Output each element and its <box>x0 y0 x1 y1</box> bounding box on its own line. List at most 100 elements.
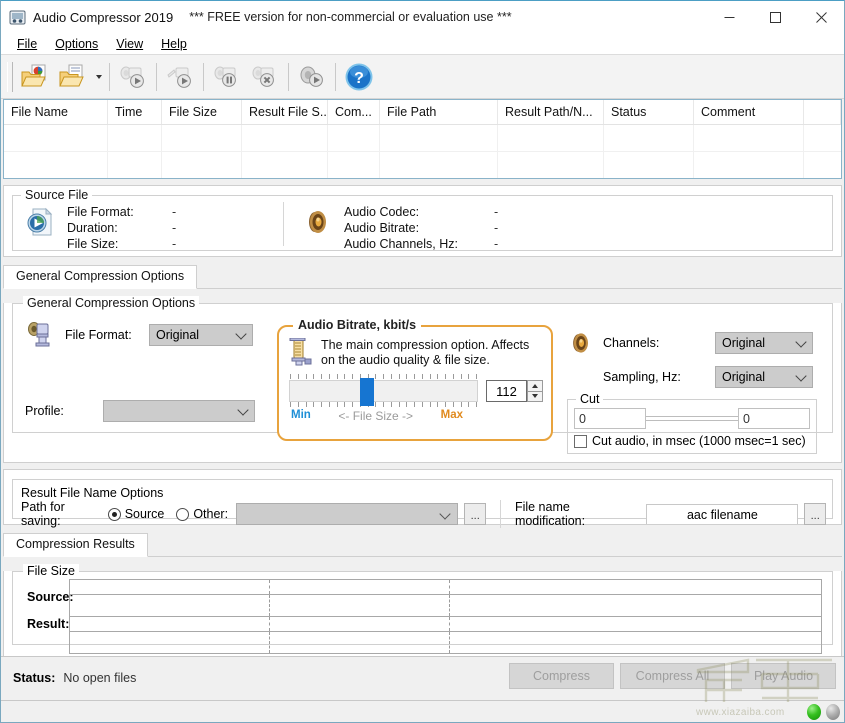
caret-down-icon <box>532 394 538 399</box>
compression-results-panel: File Size Source: Result: <box>3 564 842 666</box>
compress-all-button[interactable]: Compress All <box>620 663 725 689</box>
sampling-value: Original <box>722 370 766 384</box>
bitrate-legend: Min <- File Size -> Max <box>279 408 551 423</box>
channels-value: Original <box>722 336 766 350</box>
open-folder-icon[interactable] <box>55 58 93 96</box>
file-list-row-divider <box>4 151 841 152</box>
cut-start-input[interactable]: 0 <box>574 408 646 429</box>
sampling-combo[interactable]: Original <box>715 366 813 388</box>
spacer-icon <box>567 363 595 391</box>
column-header-file-size[interactable]: File Size <box>162 100 242 124</box>
status-bottom-strip <box>1 700 844 722</box>
toolbar-separator <box>335 62 336 91</box>
bitrate-spinner[interactable]: 112 <box>486 380 543 402</box>
compressor-icon <box>25 320 55 350</box>
column-header-result-path[interactable]: Result Path/N... <box>498 100 604 124</box>
bitrate-spin-down-button[interactable] <box>527 390 543 402</box>
path-source-label: Source <box>124 507 165 521</box>
path-other-radio[interactable] <box>176 507 190 521</box>
cut-group-title: Cut <box>576 392 604 406</box>
pause-icon[interactable] <box>208 58 246 96</box>
column-header-filler <box>804 100 841 124</box>
bitrate-slider-thumb[interactable] <box>360 378 374 406</box>
channels-combo[interactable]: Original <box>715 332 813 354</box>
cut-end-input[interactable]: 0 <box>738 408 810 429</box>
file-format-combo[interactable]: Original <box>149 324 253 346</box>
file-name-modification-field[interactable]: aac filename <box>646 504 799 524</box>
status-indicators <box>807 704 840 720</box>
path-other-radio-row[interactable]: Other: <box>176 507 228 521</box>
menu-file[interactable]: File <box>9 35 45 53</box>
column-header-time[interactable]: Time <box>108 100 162 124</box>
cut-audio-checkbox[interactable] <box>574 434 587 448</box>
column-header-file-path[interactable]: File Path <box>380 100 498 124</box>
source-file-format-label: File Format: <box>67 205 134 219</box>
tab-compression-results[interactable]: Compression Results <box>3 533 148 557</box>
open-folder-dropdown[interactable] <box>93 58 105 96</box>
other-path-combo[interactable] <box>236 503 459 525</box>
cut-audio-checkbox-row[interactable]: Cut audio, in msec (1000 msec=1 sec) <box>574 434 810 448</box>
audio-channels-label: Audio Channels, Hz: <box>344 237 458 251</box>
menu-view[interactable]: View <box>108 35 151 53</box>
compress-all-icon[interactable] <box>161 58 199 96</box>
status-label: Status: <box>13 671 56 685</box>
options-tabstrip: General Compression Options <box>3 265 842 289</box>
bitrate-slider-track[interactable] <box>289 378 478 406</box>
menu-help[interactable]: Help <box>153 35 195 53</box>
column-header-status[interactable]: Status <box>604 100 694 124</box>
play-audio-icon[interactable] <box>293 58 331 96</box>
channels-label: Channels: <box>603 336 660 350</box>
column-header-file-name[interactable]: File Name <box>4 100 108 124</box>
audio-bitrate-value: - <box>494 221 499 235</box>
help-icon[interactable]: ? <box>340 58 378 96</box>
status-bar: Status: No open files Compress Compress … <box>1 656 844 722</box>
bitrate-value[interactable]: 112 <box>486 380 527 402</box>
application-window: Audio Compressor 2019 *** FREE version f… <box>0 0 845 723</box>
profile-label: Profile: <box>25 404 64 418</box>
source-duration-value: - <box>172 221 177 235</box>
bitrate-slider[interactable] <box>289 374 478 408</box>
profile-combo[interactable] <box>103 400 255 422</box>
cut-range-bar[interactable] <box>646 416 738 421</box>
action-buttons: Compress Compress All Play Audio <box>509 663 836 689</box>
close-button[interactable] <box>798 1 844 33</box>
column-header-compression[interactable]: Com... <box>328 100 380 124</box>
maximize-button[interactable] <box>752 1 798 33</box>
toolbar-grip[interactable] <box>7 61 13 92</box>
path-source-radio[interactable] <box>107 507 121 521</box>
sampling-label: Sampling, Hz: <box>603 370 681 384</box>
source-file-size-label: File Size: <box>67 237 119 251</box>
grey-led-icon <box>826 704 840 720</box>
bitrate-spin-up-button[interactable] <box>527 380 543 391</box>
menu-options[interactable]: Options <box>47 35 106 53</box>
minimize-button[interactable] <box>706 1 752 33</box>
column-header-result-file-size[interactable]: Result File S... <box>242 100 328 124</box>
compress-button[interactable]: Compress <box>509 663 614 689</box>
source-file-panel: Source File File Format: - Duration: - F… <box>3 185 842 257</box>
bitrate-meter-icon <box>288 337 314 366</box>
browse-path-button[interactable]: ... <box>464 503 486 525</box>
tab-general-compression-options[interactable]: General Compression Options <box>3 265 198 289</box>
result-file-name-group-title: Result File Name Options <box>21 486 164 500</box>
menu-bar: File Options View Help <box>1 33 844 55</box>
table-row <box>70 580 821 595</box>
file-list-body[interactable] <box>4 125 841 178</box>
file-list[interactable]: File Name Time File Size Result File S..… <box>3 99 842 179</box>
app-icon <box>9 9 26 26</box>
source-file-left-rows: File Format: - Duration: - File Size: - <box>67 204 176 252</box>
path-source-radio-row[interactable]: Source <box>107 507 165 521</box>
table-row <box>70 595 821 617</box>
file-format-row: File Format: Original <box>25 320 253 350</box>
audio-codec-value: - <box>494 205 499 219</box>
open-file-icon[interactable] <box>17 58 55 96</box>
profile-row: Profile: <box>25 400 255 422</box>
chevron-down-icon <box>96 74 102 79</box>
compress-icon[interactable] <box>114 58 152 96</box>
table-row <box>70 617 821 632</box>
column-header-comment[interactable]: Comment <box>694 100 804 124</box>
stop-icon[interactable] <box>246 58 284 96</box>
result-file-name-group: Result File Name Options Path for saving… <box>12 479 833 528</box>
toolbar: ? <box>1 55 844 99</box>
file-name-modification-browse-button[interactable]: ... <box>804 503 826 525</box>
play-audio-button[interactable]: Play Audio <box>731 663 836 689</box>
